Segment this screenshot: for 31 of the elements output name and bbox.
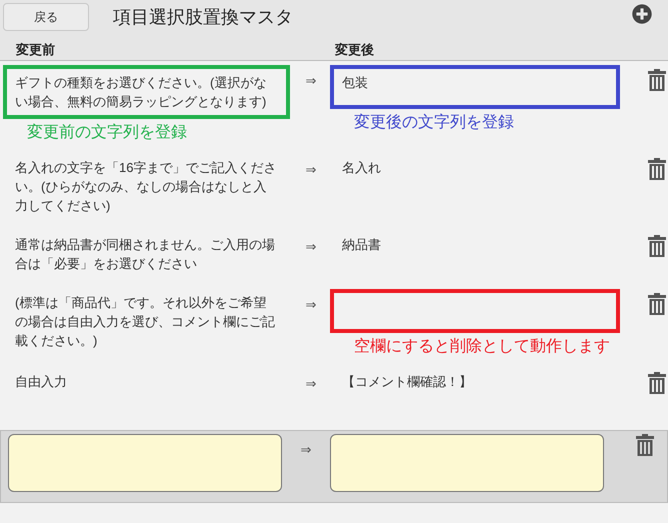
annotation-label: 変更前の文字列を登録 xyxy=(26,123,188,142)
arrow-text: ⇒ xyxy=(304,238,318,256)
arrow-text: ⇒ xyxy=(304,296,318,314)
add-icon[interactable] xyxy=(632,4,652,24)
before-text: ギフトの種類をお選びください。(選択がない場合、無料の簡易ラッピングとなります) xyxy=(15,74,268,111)
before-text: 自由入力 xyxy=(15,373,68,391)
after-text: 【コメント欄確認！】 xyxy=(342,373,473,391)
arrow-text: ⇒ xyxy=(304,161,318,179)
annotation-label: 変更後の文字列を登録 xyxy=(353,113,515,132)
after-input[interactable] xyxy=(330,434,604,492)
column-header: 変更後 xyxy=(334,41,374,59)
trash-icon[interactable] xyxy=(648,235,666,257)
arrow-text: ⇒ xyxy=(304,72,318,90)
after-text: 納品書 xyxy=(342,236,382,254)
column-header: 変更前 xyxy=(15,41,56,59)
trash-icon[interactable] xyxy=(648,69,666,91)
before-text: 通常は納品書が同梱されません。ご入用の場合は「必要」をお選びください xyxy=(15,236,276,273)
arrow-text: ⇒ xyxy=(300,441,312,459)
before-input[interactable] xyxy=(8,434,282,492)
trash-icon[interactable] xyxy=(648,293,666,315)
trash-icon[interactable] xyxy=(636,434,654,456)
after-text: 包装 xyxy=(342,74,369,92)
annotation-label: 空欄にすると削除として動作します xyxy=(353,337,611,356)
page-title: 項目選択肢置換マスタ xyxy=(113,8,293,26)
before-text: (標準は「商品代」です。それ以外をご希望の場合は自由入力を選び、コメント欄にご記載ください。) xyxy=(15,294,276,350)
arrow-text: ⇒ xyxy=(304,375,318,393)
back-button[interactable]: 戻る xyxy=(3,3,89,31)
trash-icon[interactable] xyxy=(648,372,666,394)
after-text: 名入れ xyxy=(342,159,382,177)
before-text: 名入れの文字を「16字まで」でご記入ください。(ひらがなのみ、なしの場合はなしと入力してください) xyxy=(15,159,278,215)
trash-icon[interactable] xyxy=(648,158,666,180)
